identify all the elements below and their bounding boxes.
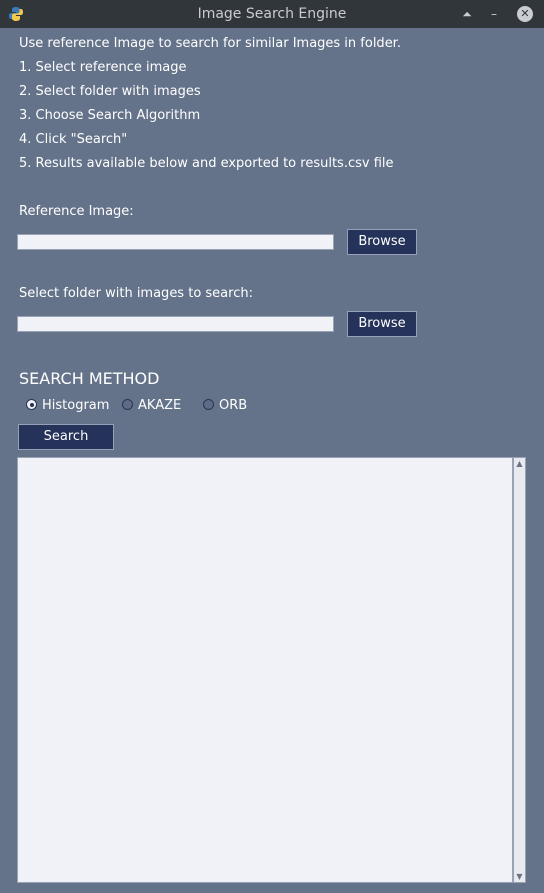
radio-histogram[interactable]: Histogram	[26, 398, 109, 413]
radio-orb[interactable]: ORB	[203, 398, 247, 413]
radio-akaze[interactable]: AKAZE	[122, 398, 181, 413]
keep-above-icon[interactable]: ⏶	[459, 6, 475, 22]
results-textbox[interactable]	[17, 457, 513, 883]
radio-indicator[interactable]	[203, 399, 214, 410]
scroll-up-icon[interactable]: ▲	[514, 458, 525, 469]
radio-indicator[interactable]	[122, 399, 133, 410]
reference-browse-button[interactable]: Browse	[347, 229, 417, 255]
search-method-heading: SEARCH METHOD	[19, 369, 160, 388]
reference-image-field[interactable]	[17, 234, 334, 250]
scroll-down-icon[interactable]: ▼	[514, 871, 525, 882]
results-scrollbar[interactable]: ▲ ▼	[513, 457, 526, 883]
radio-orb-label: ORB	[219, 398, 248, 413]
instruction-step-5: 5. Results available below and exported …	[19, 156, 394, 171]
close-icon[interactable]: ✕	[517, 6, 533, 22]
title-bar: Image Search Engine ⏶ – ✕	[0, 0, 544, 28]
folder-field[interactable]	[17, 316, 334, 332]
folder-browse-button[interactable]: Browse	[347, 311, 417, 337]
radio-histogram-label: Histogram	[42, 398, 110, 413]
folder-label: Select folder with images to search:	[19, 286, 253, 301]
radio-selected-indicator[interactable]	[26, 399, 37, 410]
minimize-icon[interactable]: –	[486, 6, 502, 22]
search-button[interactable]: Search	[18, 424, 114, 450]
instruction-intro: Use reference Image to search for simila…	[19, 36, 401, 51]
instruction-step-4: 4. Click "Search"	[19, 132, 128, 147]
instruction-step-2: 2. Select folder with images	[19, 84, 201, 99]
instruction-step-1: 1. Select reference image	[19, 60, 187, 75]
radio-akaze-label: AKAZE	[138, 398, 182, 413]
reference-image-label: Reference Image:	[19, 204, 134, 219]
instruction-step-3: 3. Choose Search Algorithm	[19, 108, 201, 123]
